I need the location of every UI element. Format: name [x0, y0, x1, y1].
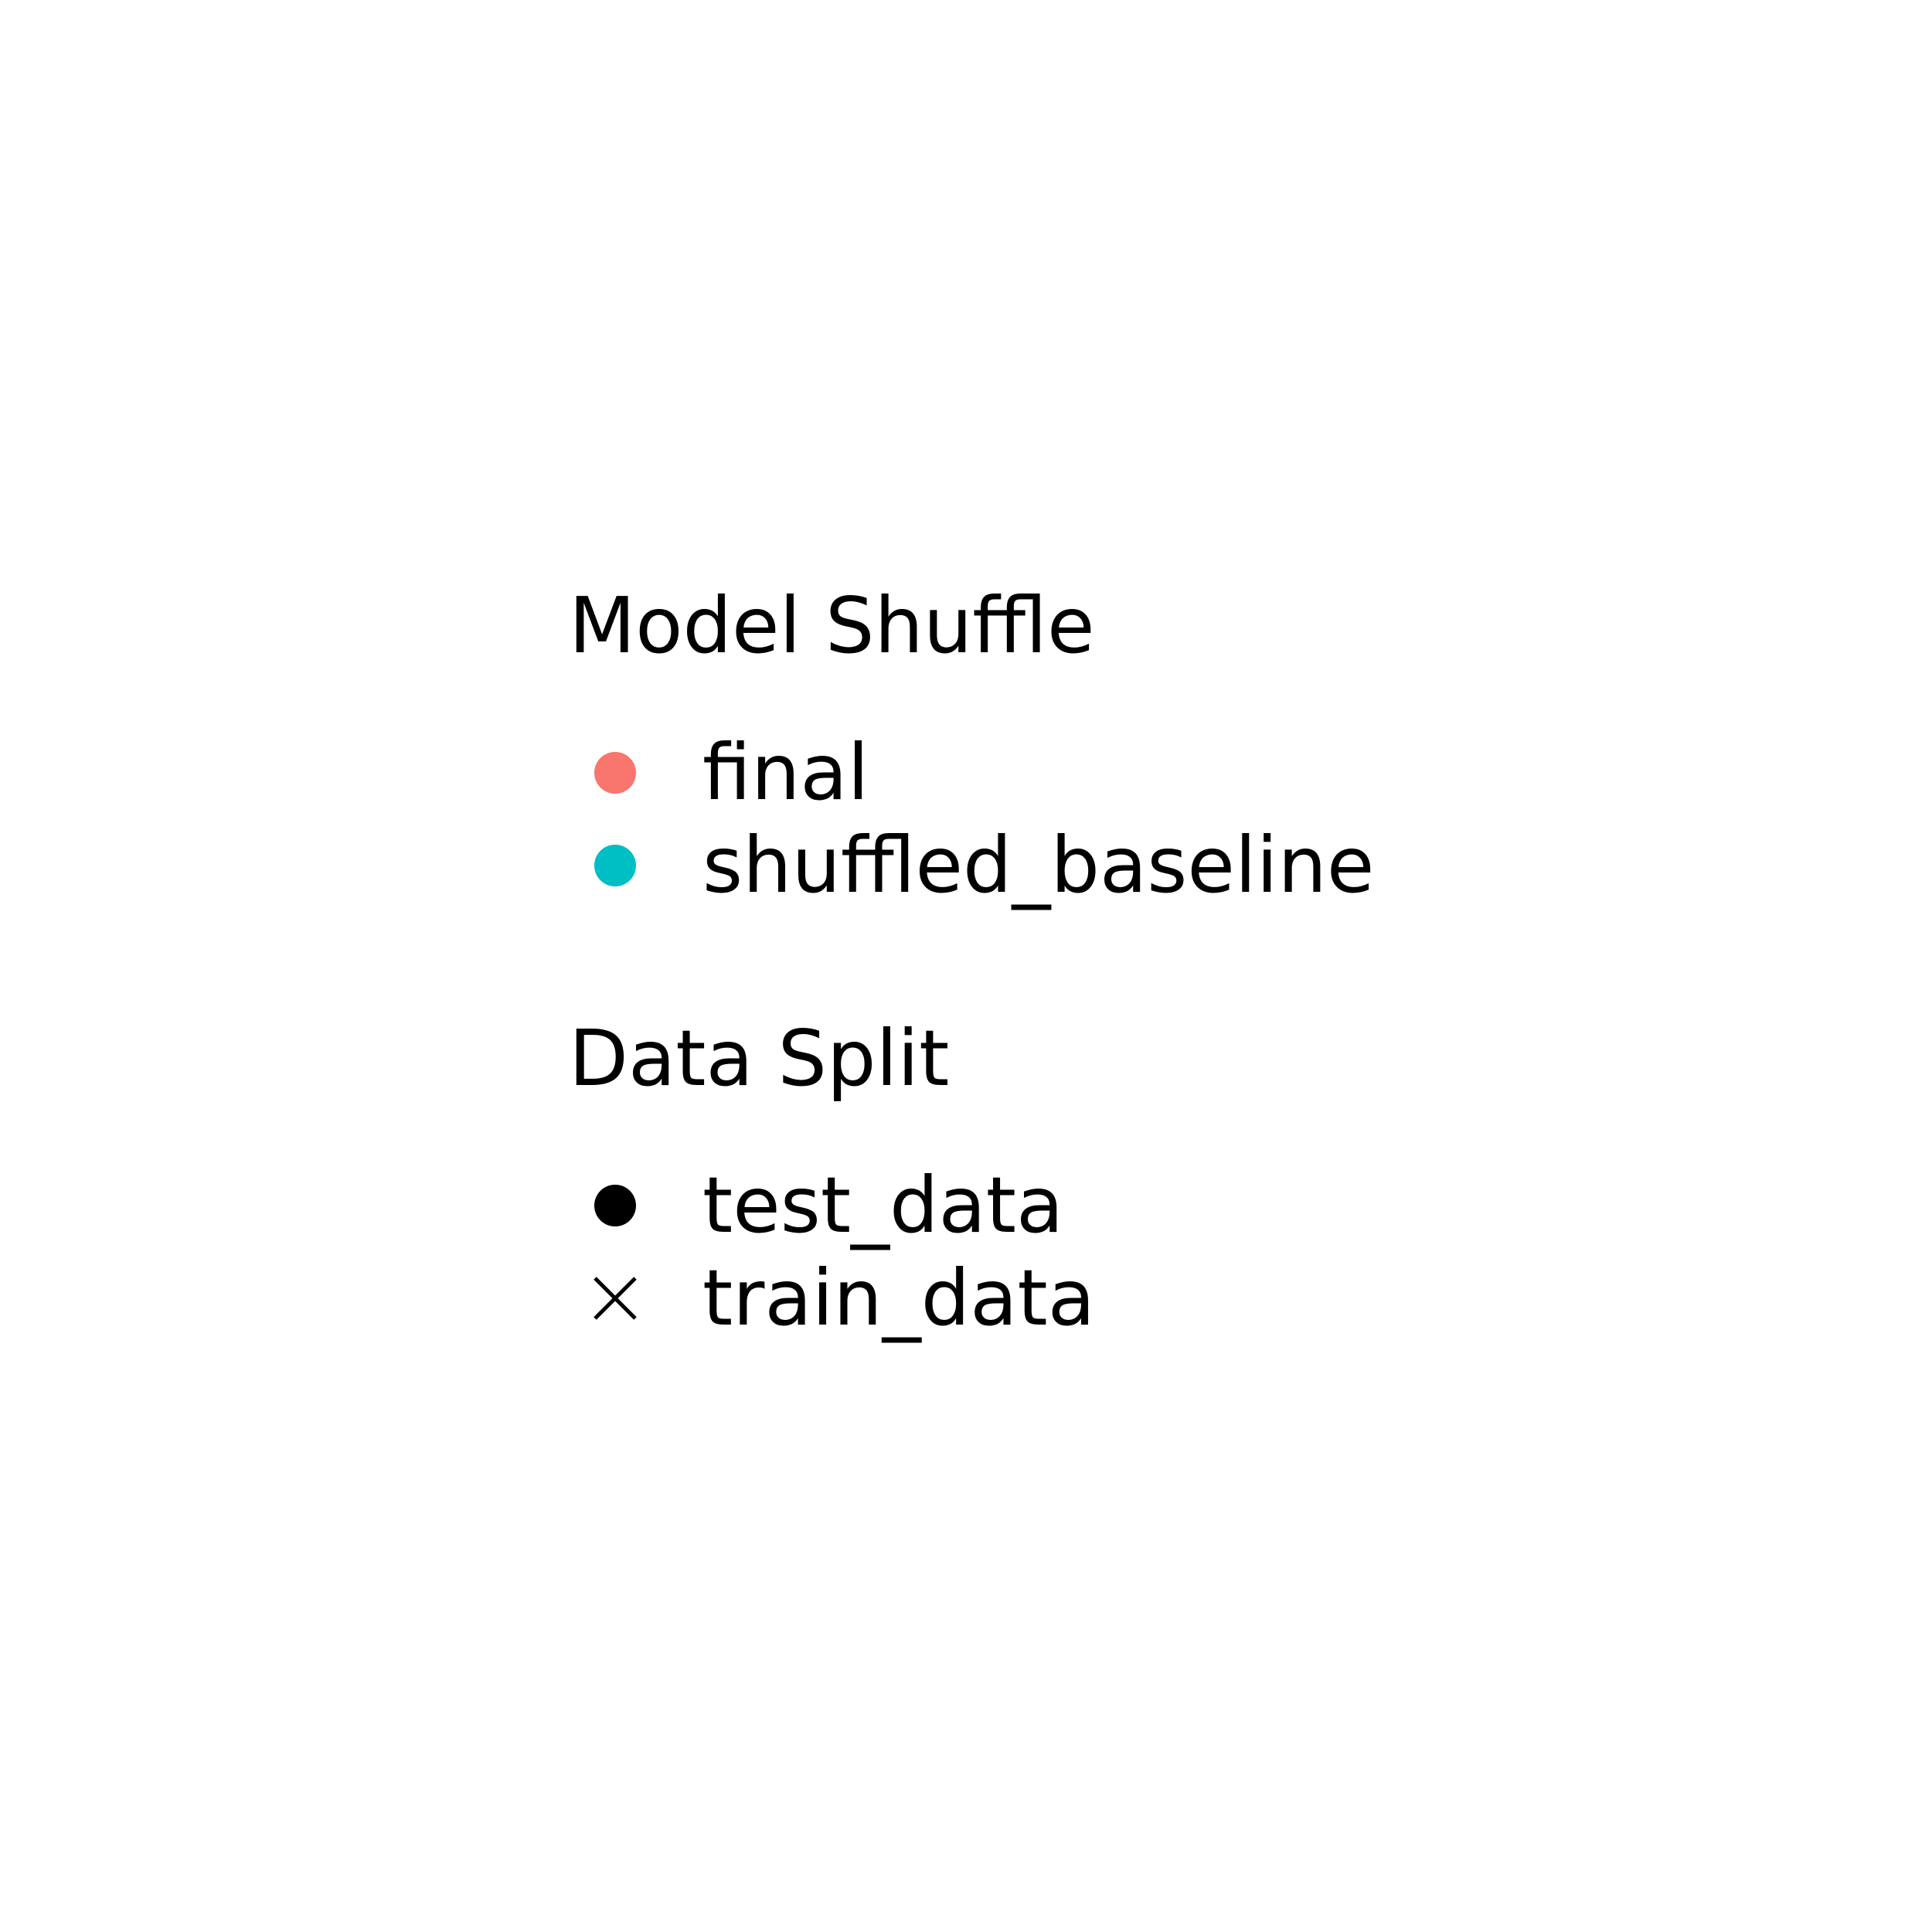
legend-entry-test-data: test_data — [569, 1159, 1573, 1252]
legend-title-model-shuffle: Model Shuffle — [569, 580, 1095, 671]
legend-label-train-data: train_data — [702, 1253, 1096, 1343]
legend-key-test-data — [592, 1182, 638, 1229]
legend-label-final: final — [702, 727, 869, 818]
circle-marker-icon — [594, 1185, 636, 1226]
legend-entry-shuffled-baseline: shuffled_baseline — [569, 819, 1573, 912]
legend-entry-final: final — [569, 726, 1573, 819]
legend-title-data-split: Data Split — [569, 1013, 950, 1104]
circle-marker-icon — [594, 752, 636, 794]
cross-marker-icon — [594, 1277, 637, 1320]
legend-key-final — [592, 750, 638, 796]
legend-entry-train-data: train_data — [569, 1252, 1573, 1345]
legend-label-test-data: test_data — [702, 1160, 1064, 1250]
legend-key-train-data — [592, 1275, 638, 1321]
legend-key-shuffled-baseline — [592, 842, 638, 889]
legend-label-shuffled-baseline: shuffled_baseline — [702, 820, 1375, 910]
circle-marker-icon — [594, 845, 636, 886]
